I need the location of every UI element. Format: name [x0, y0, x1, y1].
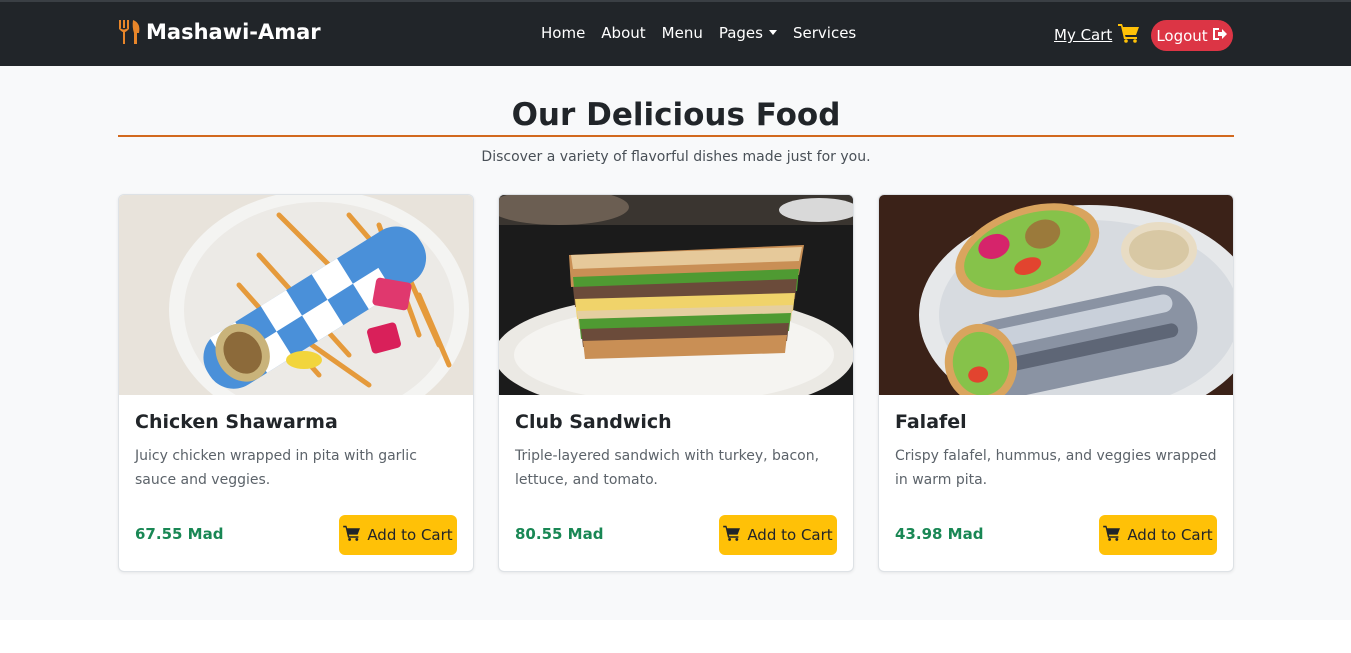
nav-links: Home About Menu Pages Services	[541, 24, 872, 42]
food-card-falafel: Falafel Crispy falafel, hummus, and vegg…	[878, 194, 1234, 572]
cart-icon	[343, 525, 361, 545]
cart-icon	[723, 525, 741, 545]
nav-about[interactable]: About	[601, 24, 645, 42]
food-description: Crispy falafel, hummus, and veggies wrap…	[895, 448, 1217, 488]
add-to-cart-button[interactable]: Add to Cart	[339, 515, 457, 555]
food-image-chicken-shawarma	[119, 195, 473, 395]
cart-icon	[1118, 23, 1140, 47]
food-name: Chicken Shawarma	[135, 411, 338, 433]
add-to-cart-label: Add to Cart	[747, 526, 833, 544]
food-card-club-sandwich: Club Sandwich Triple-layered sandwich wi…	[498, 194, 854, 572]
food-image-falafel	[879, 195, 1233, 395]
navbar: Mashawi-Amar Home About Menu Pages Servi…	[0, 0, 1351, 66]
food-image-club-sandwich	[499, 195, 853, 395]
nav-menu[interactable]: Menu	[662, 24, 703, 42]
food-name: Falafel	[895, 411, 967, 433]
nav-services[interactable]: Services	[793, 24, 856, 42]
brand[interactable]: Mashawi-Amar	[118, 19, 321, 45]
logout-label: Logout	[1156, 26, 1208, 45]
my-cart-label: My Cart	[1054, 26, 1113, 44]
food-description: Juicy chicken wrapped in pita with garli…	[135, 448, 417, 488]
food-price: 67.55 Mad	[135, 525, 224, 543]
food-card-chicken-shawarma: Chicken Shawarma Juicy chicken wrapped i…	[118, 194, 474, 572]
add-to-cart-label: Add to Cart	[367, 526, 453, 544]
cart-icon	[1103, 525, 1121, 545]
food-description: Triple-layered sandwich with turkey, bac…	[515, 448, 820, 488]
section-title: Our Delicious Food	[511, 97, 841, 133]
nav-pages-dropdown[interactable]: Pages	[719, 24, 777, 42]
add-to-cart-button[interactable]: Add to Cart	[719, 515, 837, 555]
food-price: 43.98 Mad	[895, 525, 984, 543]
section-subtitle: Discover a variety of flavorful dishes m…	[481, 149, 871, 165]
food-price: 80.55 Mad	[515, 525, 604, 543]
add-to-cart-label: Add to Cart	[1127, 526, 1213, 544]
my-cart-link[interactable]: My Cart	[1054, 23, 1140, 47]
utensils-icon	[118, 19, 142, 45]
food-name: Club Sandwich	[515, 411, 672, 433]
add-to-cart-button[interactable]: Add to Cart	[1099, 515, 1217, 555]
sign-out-icon	[1212, 27, 1228, 45]
nav-home[interactable]: Home	[541, 24, 585, 42]
title-divider	[118, 135, 1234, 137]
brand-name: Mashawi-Amar	[146, 20, 321, 44]
logout-button[interactable]: Logout	[1151, 20, 1233, 51]
